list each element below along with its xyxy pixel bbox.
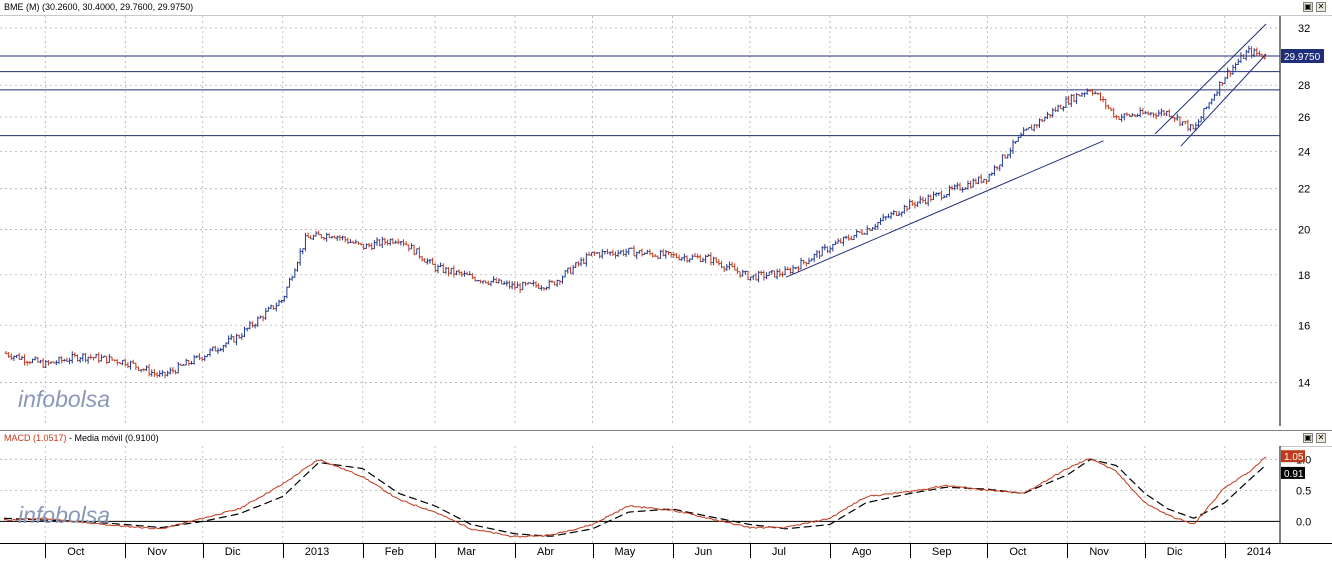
x-axis-label: 2014: [1246, 546, 1272, 558]
price-y-tick-label: 28: [1298, 80, 1310, 92]
x-axis-tick: [829, 544, 831, 558]
x-axis-label: Abr: [537, 546, 555, 558]
x-axis-tick: [672, 544, 674, 558]
price-y-tick-label: 26: [1298, 112, 1310, 124]
x-axis-tick: [282, 544, 284, 558]
macd-value-tag-label: 1.05: [1284, 452, 1304, 463]
watermark: infobolsa: [18, 386, 110, 412]
macd-chart[interactable]: 1.00.50.01.050.91infobolsa: [0, 446, 1332, 544]
last-price-tag-label: 29.9750: [1284, 52, 1321, 63]
x-axis-label: Mar: [457, 546, 476, 558]
price-y-tick-label: 18: [1298, 270, 1310, 282]
macd-y-tick-label: 0.0: [1296, 516, 1311, 528]
macd-panel-titlebar: MACD (1.0517) - Media móvil (0.9100) ▣ ✕: [0, 430, 1332, 447]
x-axis-label: Dic: [1166, 546, 1183, 558]
x-axis-tick: [202, 544, 204, 558]
macd-panel-title: MACD (1.0517) - Media móvil (0.9100): [4, 433, 159, 443]
x-axis-tick: [909, 544, 911, 558]
x-axis-label: Dic: [224, 546, 241, 558]
x-axis-label: Oct: [67, 546, 85, 558]
macd-restore-icon[interactable]: ▣: [1303, 433, 1313, 443]
price-y-tick-label: 16: [1298, 320, 1310, 332]
macd-legend: MACD (1.0517): [4, 433, 67, 443]
legend-separator: -: [66, 433, 75, 443]
x-axis-label: May: [614, 546, 636, 558]
x-axis-label: Jun: [694, 546, 713, 558]
price-restore-icon[interactable]: ▣: [1303, 2, 1313, 12]
price-y-tick-label: 24: [1298, 146, 1310, 158]
price-y-tick-label: 22: [1298, 184, 1310, 196]
x-axis-label: Feb: [384, 546, 404, 558]
x-axis-label: Sep: [931, 546, 952, 558]
price-y-tick-label: 32: [1298, 23, 1310, 35]
x-axis-tick: [435, 544, 436, 558]
x-axis-label: Oct: [1009, 546, 1027, 558]
x-axis-tick: [125, 544, 127, 558]
x-axis-tick: [592, 544, 594, 558]
x-axis-tick: [362, 544, 364, 558]
x-axis-tick: [45, 544, 47, 558]
price-chart[interactable]: 14 16 18 20 22 24 26 28 32 29.9750 infobolsa: [0, 16, 1332, 427]
x-axis-tick: [1224, 544, 1226, 558]
ma-value-tag-label: 0.91: [1284, 469, 1304, 480]
ma-legend: Media móvil (0.9100): [74, 433, 159, 443]
price-y-tick-label: 20: [1298, 225, 1310, 237]
price-panel-titlebar: BME (M) (30.2600, 30.4000, 29.7600, 29.9…: [0, 0, 1332, 16]
x-axis: Oct Nov Dic 2013 Feb Mar Abr May Jun Jul Ago Sep Oct…: [0, 543, 1332, 562]
macd-watermark: infobolsa: [18, 502, 110, 528]
macd-y-tick-label: 0.5: [1296, 485, 1311, 497]
price-y-tick-label: 14: [1298, 378, 1310, 390]
x-axis-label: 2013: [304, 546, 330, 558]
x-axis-label: Nov: [147, 546, 167, 558]
x-axis-label: Nov: [1089, 546, 1109, 558]
x-axis-tick: [1067, 544, 1069, 558]
x-axis-tick: [1144, 544, 1146, 558]
x-axis-tick: [987, 544, 989, 558]
x-axis-label: Jul: [771, 546, 786, 558]
price-close-icon[interactable]: ✕: [1316, 2, 1326, 12]
x-axis-label: Ago: [851, 546, 872, 558]
x-axis-tick: [515, 544, 516, 558]
macd-close-icon[interactable]: ✕: [1316, 433, 1326, 443]
x-axis-tick: [749, 544, 751, 558]
price-panel-title: BME (M) (30.2600, 30.4000, 29.7600, 29.9…: [4, 2, 194, 12]
